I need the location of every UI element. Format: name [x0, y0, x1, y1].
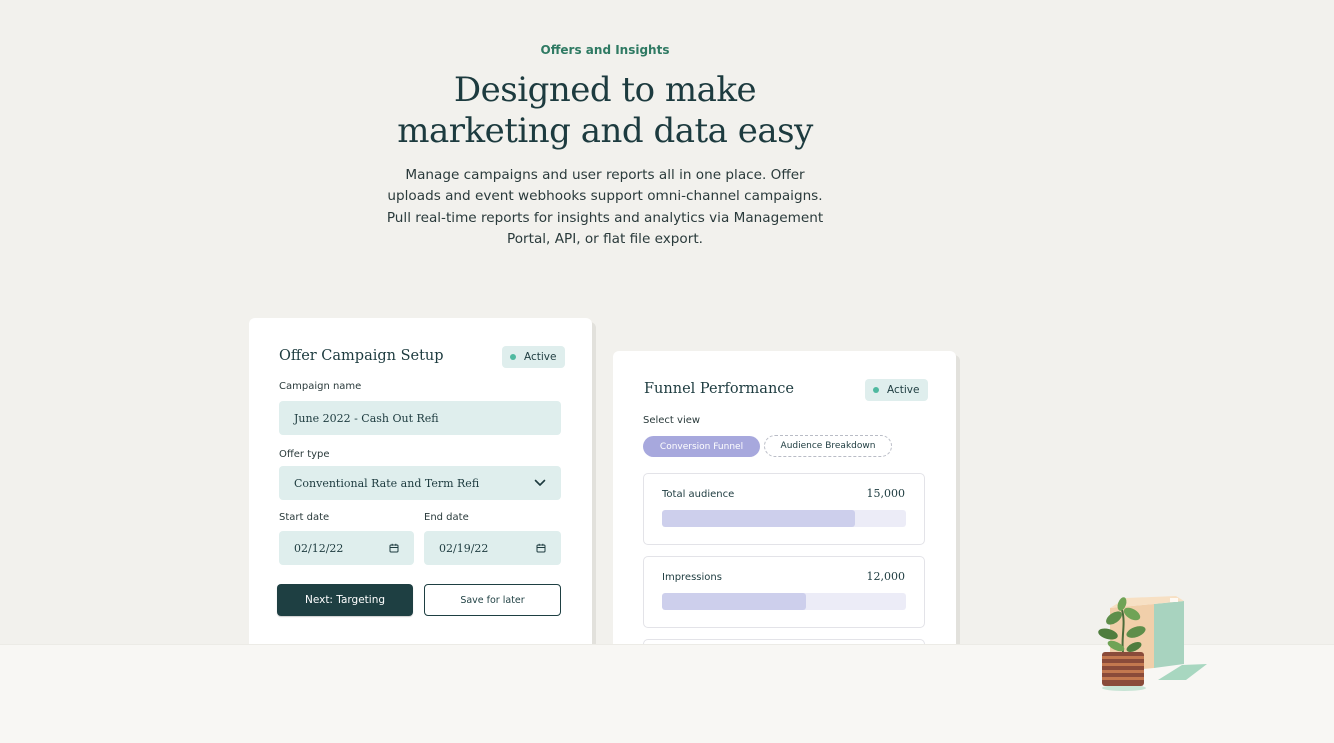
start-date-value: 02/12/22 — [294, 541, 344, 555]
end-date-label: End date — [424, 512, 469, 523]
section-eyebrow: Offers and Insights — [540, 43, 670, 57]
start-date-input[interactable]: 02/12/22 — [279, 531, 414, 565]
calendar-icon[interactable] — [536, 543, 546, 553]
funnel-performance-card: Funnel Performance Active Select view Co… — [613, 351, 956, 711]
select-view-label: Select view — [643, 415, 701, 426]
status-dot-icon — [873, 387, 879, 393]
view-option-conversion-funnel[interactable]: Conversion Funnel — [643, 436, 760, 457]
headline-line-2: marketing and data easy — [397, 111, 813, 151]
offer-type-value: Conventional Rate and Term Refi — [294, 476, 480, 490]
hero-subtext: Manage campaigns and user reports all in… — [386, 167, 824, 248]
offer-type-label: Offer type — [279, 449, 330, 460]
next-targeting-button[interactable]: Next: Targeting — [277, 584, 413, 616]
campaign-name-input[interactable]: June 2022 - Cash Out Refi — [279, 401, 561, 435]
metric-name: Total audience — [662, 489, 735, 500]
campaign-name-value: June 2022 - Cash Out Refi — [294, 411, 439, 425]
metric-name: Impressions — [662, 572, 722, 583]
chevron-down-icon — [534, 479, 546, 486]
card-title: Funnel Performance — [644, 381, 794, 397]
card-title: Offer Campaign Setup — [279, 348, 444, 364]
metric-progress-track — [662, 510, 906, 527]
end-date-value: 02/19/22 — [439, 541, 489, 555]
calendar-icon[interactable] — [389, 543, 399, 553]
metric-card: Total audience 15,000 — [643, 473, 925, 545]
hero-headline: Designed to make marketing and data easy — [0, 70, 1210, 152]
status-text: Active — [887, 384, 920, 396]
metric-value: 15,000 — [866, 487, 906, 500]
start-date-label: Start date — [279, 512, 330, 523]
plant-illustration — [1098, 596, 1207, 691]
metric-value: 12,000 — [866, 570, 906, 583]
headline-line-1: Designed to make — [453, 70, 757, 110]
status-dot-icon — [510, 354, 516, 360]
metric-progress-fill — [662, 510, 855, 527]
metric-progress-fill — [662, 593, 806, 610]
status-badge: Active — [865, 379, 929, 401]
status-badge: Active — [502, 346, 566, 368]
offer-type-select[interactable]: Conventional Rate and Term Refi — [279, 466, 561, 500]
metric-progress-track — [662, 593, 906, 610]
offer-campaign-setup-card: Offer Campaign Setup Active Campaign nam… — [249, 318, 592, 678]
status-text: Active — [524, 351, 557, 363]
campaign-name-label: Campaign name — [279, 381, 362, 392]
view-option-audience-breakdown[interactable]: Audience Breakdown — [764, 435, 892, 457]
end-date-input[interactable]: 02/19/22 — [424, 531, 561, 565]
save-for-later-button[interactable]: Save for later — [424, 584, 561, 616]
metric-card: Impressions 12,000 — [643, 556, 925, 628]
